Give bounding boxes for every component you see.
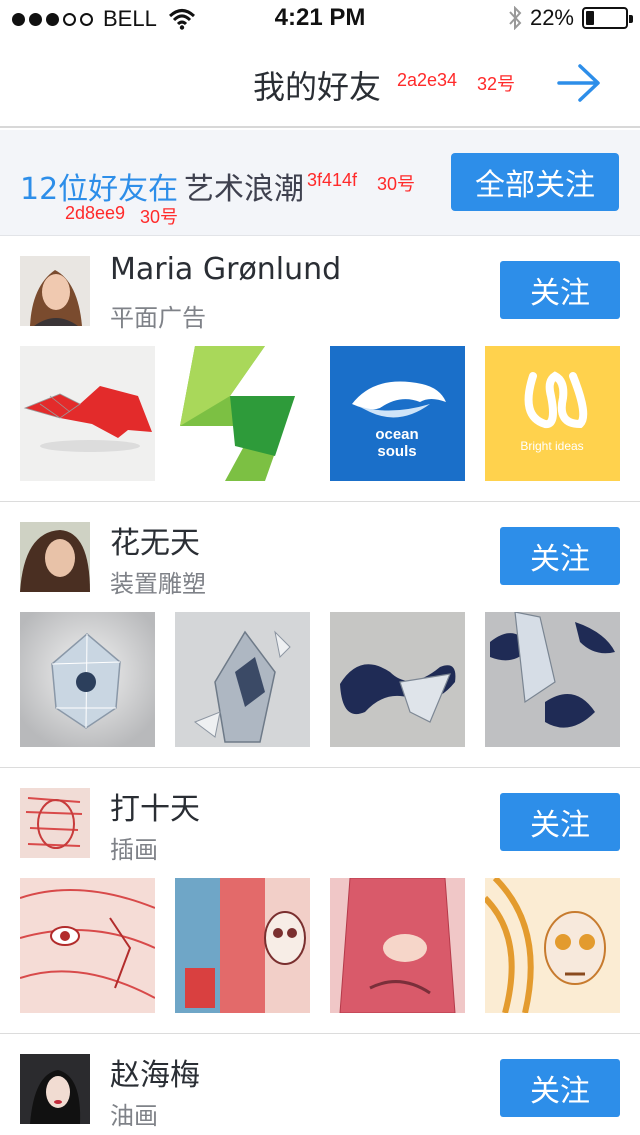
follow-all-button[interactable]: 全部关注 [451,153,619,211]
friend-name[interactable]: 赵海梅 [110,1050,200,1094]
work-thumbnail[interactable] [20,878,155,1013]
annotation-color-code: 3f414f [307,170,358,190]
follow-button[interactable]: 关注 [500,527,620,585]
work-thumbnail[interactable] [330,612,465,747]
work-thumbnail[interactable] [175,346,310,481]
glass-shards-sculpture [175,612,310,747]
avatar-image [20,522,90,592]
ocean-souls-line2: souls [377,443,416,460]
ocean-souls-logo: ocean souls [330,346,465,481]
annotation-font-size: 30号 [377,174,416,194]
golden-skull-illustration [485,878,620,1013]
arrow-right-icon[interactable] [556,62,602,104]
avatar[interactable] [20,256,90,326]
battery-icon [582,7,633,29]
friend-name[interactable]: 花无天 [110,518,200,562]
battery-fill [586,11,594,25]
follow-button[interactable]: 关注 [500,261,620,319]
avatar[interactable] [20,788,90,858]
status-bar: BELL 4:21 PM 22% [0,0,640,40]
annotation-color-code: 2d8ee9 [65,203,126,223]
friend-card: 打十天 插画 关注 [0,768,640,1034]
friend-card: 花无天 装置雕塑 关注 [0,502,640,768]
bright-ideas-logo: Bright ideas [485,346,620,481]
work-thumbnail[interactable] [485,612,620,747]
status-right: 22% [508,5,633,31]
friend-card: 赵海梅 油画 关注 [0,1034,640,1135]
bluetooth-icon [509,6,522,30]
ocean-souls-line1: ocean [375,426,418,443]
work-thumbnail[interactable]: ocean souls [330,346,465,481]
annotation-font-size: 30号 [140,207,179,227]
follow-button[interactable]: 关注 [500,793,620,851]
work-thumbnail[interactable]: Bright ideas [485,346,620,481]
friend-count-text: 12位好友在 [20,172,179,207]
red-rabbit-artwork [20,346,155,481]
follow-button[interactable]: 关注 [500,1059,620,1117]
work-thumbnail[interactable] [175,878,310,1013]
red-face-illustration [20,878,155,1013]
friend-category: 装置雕塑 [110,570,206,598]
blue-ribbon-sculpture [330,612,465,747]
group-name: 艺术浪潮 [184,172,304,207]
friend-category: 插画 [110,836,158,864]
friend-category: 油画 [110,1102,158,1130]
work-thumbnail[interactable] [20,346,155,481]
friend-name[interactable]: 打十天 [110,784,200,828]
page-title: 我的好友 [253,68,382,106]
friend-name[interactable]: Maria Grønlund [110,252,341,287]
pink-dress-illustration [330,878,465,1013]
avatar[interactable] [20,522,90,592]
app-root: BELL 4:21 PM 22% 我的好友 2a2e34 32号 12位好友在 … [0,0,640,1135]
kiss-skull-illustration [175,878,310,1013]
work-thumbnail[interactable] [175,612,310,747]
annotation-font-size: 32号 [477,74,516,94]
friend-category: 平面广告 [110,304,206,332]
friend-card: Maria Grønlund 平面广告 关注 ocean souls Brigh… [0,236,640,502]
work-thumbnail[interactable] [330,878,465,1013]
blue-fragments-sculpture [485,612,620,747]
glass-sphere-sculpture [20,612,155,747]
avatar-image [20,788,90,858]
avatar-image [20,1054,90,1124]
battery-percent: 22% [529,5,574,30]
work-thumbnail[interactable] [485,878,620,1013]
battery-nub [629,15,633,23]
work-thumbnail[interactable] [20,612,155,747]
bright-ideas-text: Bright ideas [520,439,583,453]
group-summary-bar: 12位好友在 艺术浪潮 3f414f 30号 2d8ee9 30号 全部关注 [0,130,640,236]
avatar-image [20,256,90,326]
annotation-color-code: 2a2e34 [397,70,458,90]
green-s-logo-artwork [175,346,310,481]
avatar[interactable] [20,1054,90,1124]
nav-bar: 我的好友 2a2e34 32号 [0,40,640,128]
